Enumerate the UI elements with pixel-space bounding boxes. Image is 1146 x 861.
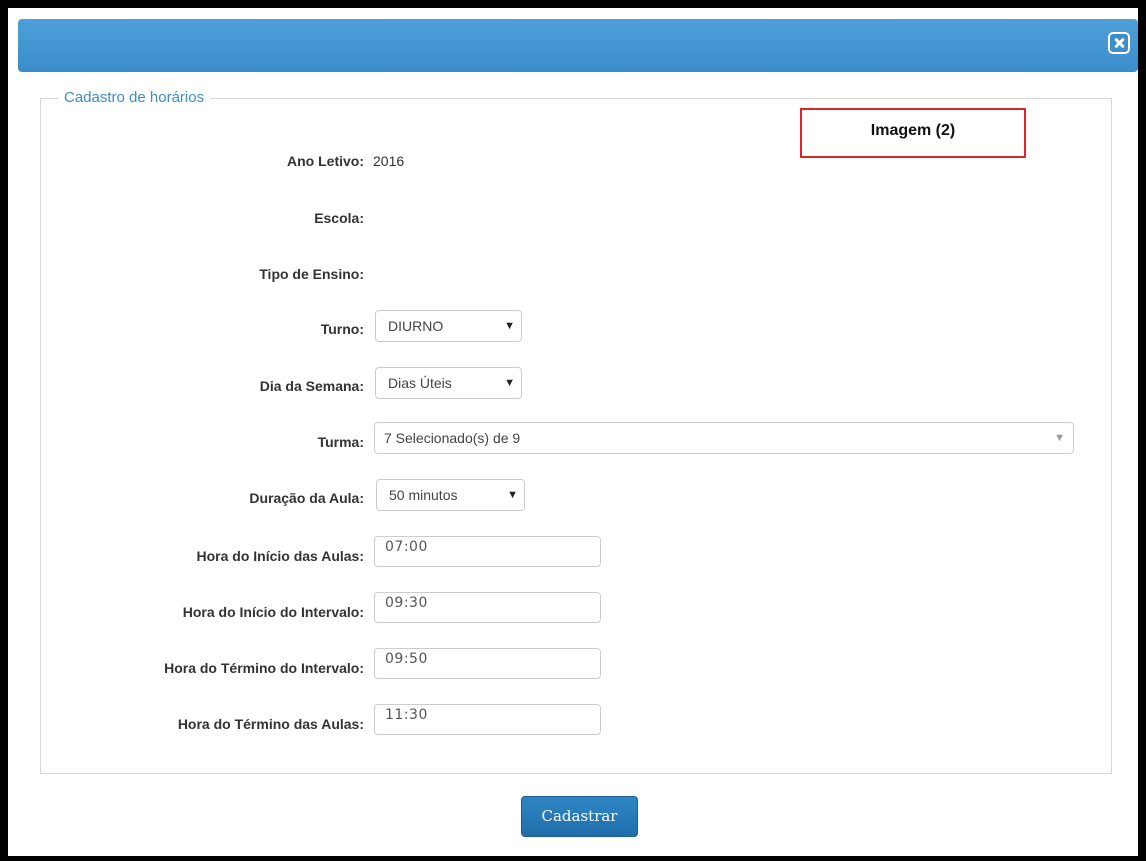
turma-value: 7 Selecionado(s) de 9 — [384, 430, 521, 446]
dia-semana-select[interactable]: Dias Úteis ▼ — [375, 367, 522, 399]
hora-inicio-aulas-label: Hora do Início das Aulas: — [196, 548, 364, 564]
turno-select[interactable]: DIURNO ▼ — [375, 310, 522, 342]
hora-inicio-aulas-input[interactable]: 07:00 — [374, 536, 601, 567]
turno-label: Turno: — [320, 321, 364, 337]
turno-value: DIURNO — [388, 318, 444, 334]
escola-label: Escola: — [314, 210, 364, 226]
tipo-ensino-label: Tipo de Ensino: — [259, 266, 364, 282]
duracao-label: Duração da Aula: — [249, 490, 364, 506]
ano-letivo-value: 2016 — [373, 153, 405, 169]
dropdown-arrow-icon: ▼ — [507, 489, 518, 501]
annotation-box: Imagem (2) — [800, 108, 1026, 158]
hora-inicio-intervalo-input[interactable]: 09:30 — [374, 592, 601, 623]
hora-termino-intervalo-input[interactable]: 09:50 — [374, 648, 601, 679]
hora-inicio-intervalo-label: Hora do Início do Intervalo: — [182, 604, 364, 620]
close-icon[interactable] — [1108, 32, 1130, 54]
duracao-value: 50 minutos — [389, 487, 458, 503]
ano-letivo-label: Ano Letivo: — [287, 153, 364, 169]
turma-label: Turma: — [317, 434, 364, 450]
dialog-titlebar — [18, 19, 1138, 72]
annotation-label: Imagem (2) — [870, 122, 956, 139]
dropdown-arrow-icon: ▼ — [504, 377, 515, 389]
hora-termino-intervalo-label: Hora do Término do Intervalo: — [164, 660, 364, 676]
dropdown-arrow-icon: ▼ — [1054, 432, 1065, 444]
duracao-select[interactable]: 50 minutos ▼ — [376, 479, 525, 511]
hora-termino-aulas-label: Hora do Término das Aulas: — [177, 716, 364, 732]
hora-termino-aulas-input[interactable]: 11:30 — [374, 704, 601, 735]
schedule-dialog: Cadastro de horários Imagem (2) Ano Leti… — [8, 8, 1138, 856]
cadastrar-button[interactable]: Cadastrar — [521, 796, 638, 837]
form-legend: Cadastro de horários — [58, 88, 211, 108]
dropdown-arrow-icon: ▼ — [504, 320, 515, 332]
dia-semana-label: Dia da Semana: — [259, 378, 364, 394]
turma-multiselect[interactable]: 7 Selecionado(s) de 9 ▼ — [374, 422, 1074, 454]
dia-semana-value: Dias Úteis — [388, 375, 452, 391]
